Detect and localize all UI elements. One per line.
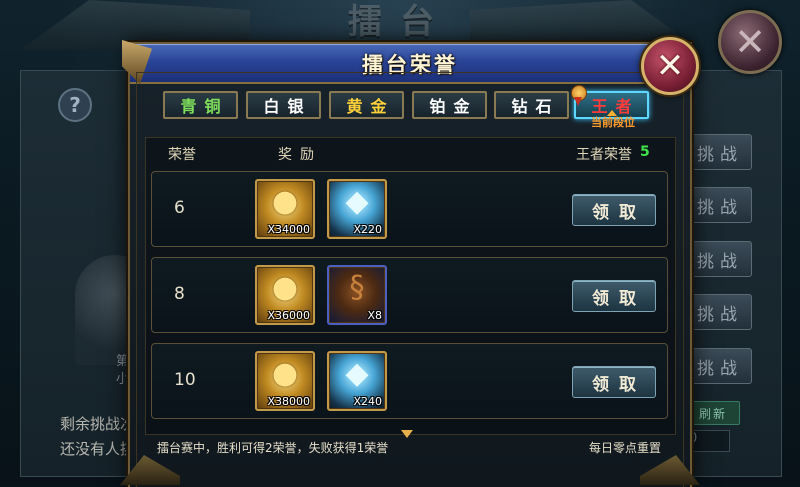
gold-coins-icon[interactable]: ● X34000 xyxy=(255,179,315,239)
footer-rule-text: 擂台赛中，胜利可得2荣誉，失败获得1荣誉 xyxy=(157,441,389,455)
king-honor-value: 5 xyxy=(640,144,650,160)
item-quantity: X34000 xyxy=(267,223,310,236)
tab-label: 黄金 xyxy=(346,97,395,116)
item-quantity: X36000 xyxy=(267,309,310,322)
footer-reset-text: 每日零点重置 xyxy=(588,441,661,455)
bg-challenge-button[interactable]: 挑战 xyxy=(688,348,752,384)
item-quantity: X8 xyxy=(367,309,382,322)
tab-platinum[interactable]: 铂金 xyxy=(412,91,487,119)
bg-challenge-button[interactable]: 挑战 xyxy=(688,241,752,277)
blue-crystal-icon[interactable]: ◆ X240 xyxy=(327,351,387,411)
header-honor: 荣誉 xyxy=(168,147,196,163)
honor-value: 8 xyxy=(174,284,185,304)
tab-label: 铂金 xyxy=(429,97,478,116)
table-row: 6 ● X34000 ◆ X220 领取 xyxy=(151,171,668,247)
header-king-honor: 王者荣誉 xyxy=(576,147,632,163)
bg-challenge-button[interactable]: 挑战 xyxy=(688,187,752,223)
current-rank-label: 当前段位 xyxy=(591,116,635,129)
gold-coins-icon[interactable]: ● X36000 xyxy=(255,265,315,325)
bg-close-icon[interactable]: ✕ xyxy=(718,10,782,74)
tab-bronze[interactable]: 青铜 xyxy=(163,91,238,119)
tab-label: 青铜 xyxy=(180,97,229,116)
table-row: 10 ● X38000 ◆ X240 领取 xyxy=(151,343,668,419)
bg-counter: 0 xyxy=(686,430,730,452)
help-icon[interactable]: ? xyxy=(58,88,92,122)
tab-gold[interactable]: 黄金 xyxy=(329,91,404,119)
tab-label: 钻石 xyxy=(511,97,560,116)
claim-button[interactable]: 领取 xyxy=(572,194,656,226)
modal-footer: 擂台赛中，胜利可得2荣誉，失败获得1荣誉 每日零点重置 xyxy=(145,435,675,457)
header-reward: 奖励 xyxy=(278,147,322,163)
bg-refresh-button[interactable]: 刷新 xyxy=(686,401,740,425)
item-quantity: X240 xyxy=(353,395,382,408)
tab-silver[interactable]: 白银 xyxy=(246,91,321,119)
honor-value: 10 xyxy=(174,370,196,390)
rope-item-icon[interactable]: § X8 xyxy=(327,265,387,325)
claim-button[interactable]: 领取 xyxy=(572,280,656,312)
reward-table: 荣誉 奖励 王者荣誉 5 6 ● X34000 ◆ X220 领取 8 ● X3… xyxy=(145,137,676,435)
close-icon: ✕ xyxy=(655,46,685,86)
close-button[interactable]: ✕ xyxy=(641,37,699,95)
gold-coins-icon[interactable]: ● X38000 xyxy=(255,351,315,411)
tab-diamond[interactable]: 钻石 xyxy=(494,91,569,119)
honor-value: 6 xyxy=(174,198,185,218)
medal-icon xyxy=(571,85,587,107)
table-row: 8 ● X36000 § X8 领取 xyxy=(151,257,668,333)
bg-nobody-text: 还没有人挑 xyxy=(60,440,136,458)
bg-title: 擂台 xyxy=(348,2,452,42)
bg-remaining-text: 剩余挑战次 xyxy=(60,415,136,433)
blue-crystal-icon[interactable]: ◆ X220 xyxy=(327,179,387,239)
bg-challenge-button[interactable]: 挑战 xyxy=(688,294,752,330)
item-quantity: X38000 xyxy=(267,395,310,408)
table-header: 荣誉 奖励 王者荣誉 5 xyxy=(146,138,675,168)
claim-button[interactable]: 领取 xyxy=(572,366,656,398)
item-quantity: X220 xyxy=(353,223,382,236)
tab-label: 白银 xyxy=(263,97,312,116)
bg-challenge-button[interactable]: 挑战 xyxy=(688,134,752,170)
